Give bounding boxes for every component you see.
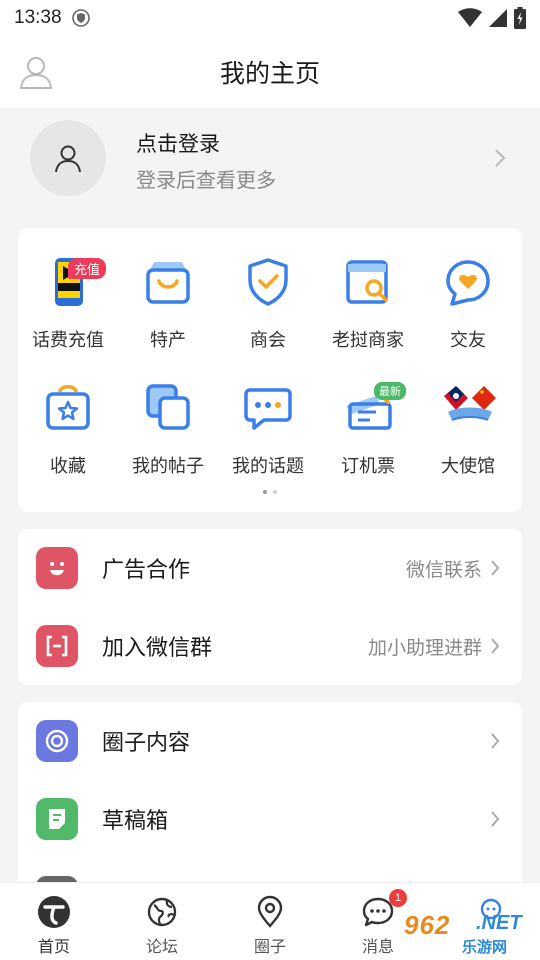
grid-item-chamber[interactable]: 商会 (218, 256, 318, 366)
grid-item-laos-merchants[interactable]: 老挝商家 (318, 256, 418, 366)
nav-circle[interactable]: 圈子 (216, 883, 324, 960)
nav-label: 消息 (361, 937, 394, 956)
grid-label: 商会 (250, 330, 286, 351)
location-icon (257, 895, 283, 928)
user-icon[interactable] (18, 54, 54, 90)
chevron-right-icon (495, 149, 506, 167)
grid-label: 订机票 (341, 456, 395, 477)
signal-icon (489, 9, 507, 27)
grid-label: 我的话题 (232, 456, 304, 477)
store-search-icon (342, 256, 394, 308)
chevron-right-icon (491, 638, 500, 654)
list-right-text: 加小助理进群 (367, 636, 482, 659)
list-label: 广告合作 (102, 558, 191, 583)
nav-forum[interactable]: 论坛 (108, 883, 216, 960)
chevron-right-icon (491, 811, 500, 827)
message-icon: 1 (361, 889, 407, 929)
heart-chat-icon (442, 256, 494, 308)
home-logo-icon (38, 896, 70, 928)
header: 我的主页 (0, 36, 540, 108)
nav-label: 圈子 (253, 937, 286, 956)
feature-grid: 充值 话费充值 特产 商会 老挝商家 交友 收藏 我的帖子 我的话题 最新 订机… (18, 228, 522, 512)
list-item-ad-cooperation[interactable]: 广告合作 微信联系 (18, 529, 522, 607)
list-item-join-wechat[interactable]: 加入微信群 加小助理进群 (18, 607, 522, 685)
grid-item-my-topics[interactable]: 我的话题 (218, 382, 318, 492)
shield-status-icon (71, 9, 90, 27)
grid-label: 大使馆 (441, 456, 495, 477)
grid-item-recharge[interactable]: 充值 话费充值 (18, 256, 118, 366)
cooperation-card: 广告合作 微信联系 加入微信群 加小助理进群 (18, 529, 522, 685)
list-right-text: 微信联系 (405, 558, 482, 581)
message-badge: 1 (389, 889, 407, 907)
list-item-circle-content[interactable]: 圈子内容 (18, 702, 522, 780)
scan-icon (36, 625, 78, 667)
page-dot-active (263, 490, 267, 494)
grid-label: 收藏 (50, 456, 86, 477)
draft-icon (36, 798, 78, 840)
new-badge: 最新 (374, 382, 406, 400)
battery-icon (514, 7, 526, 29)
list-label: 草稿箱 (102, 809, 169, 834)
watermark-number: 962 (404, 910, 451, 940)
grid-label: 交友 (450, 330, 486, 351)
status-icons (458, 7, 526, 29)
grid-item-flight-tickets[interactable]: 最新 订机票 (318, 382, 418, 492)
login-title[interactable]: 点击登录 (136, 128, 220, 158)
chat-dots-icon (242, 382, 294, 434)
flags-icon (442, 382, 496, 434)
grid-item-embassy[interactable]: 大使馆 (418, 382, 518, 492)
nav-home[interactable]: 首页 (0, 883, 108, 960)
list-label: 圈子内容 (102, 731, 191, 756)
chevron-right-icon (491, 733, 500, 749)
page-indicator (18, 490, 522, 494)
grid-label: 话费充值 (32, 330, 104, 351)
grid-label: 特产 (150, 330, 186, 351)
globe-icon (147, 897, 177, 927)
shield-check-icon (242, 256, 294, 308)
nav-label: 论坛 (145, 937, 178, 956)
grid-item-my-posts[interactable]: 我的帖子 (118, 382, 218, 492)
watermark-net: .NET (476, 912, 522, 934)
recharge-badge: 充值 (68, 258, 107, 279)
grid-item-specialty[interactable]: 特产 (118, 256, 218, 366)
site-watermark-logo: 962 .NET 乐游网 (400, 906, 540, 960)
grid-item-dating[interactable]: 交友 (418, 256, 518, 366)
star-bag-icon (42, 382, 94, 434)
login-subtitle: 登录后查看更多 (136, 168, 276, 192)
avatar[interactable] (30, 120, 106, 196)
phone-recharge-icon: 充值 (42, 256, 107, 308)
ticket-icon: 最新 (342, 382, 406, 434)
page-title: 我的主页 (219, 59, 320, 88)
wifi-icon (458, 8, 482, 27)
nav-label: 首页 (37, 937, 70, 956)
copy-icon (142, 382, 194, 434)
watermark-sub: 乐游网 (462, 938, 508, 956)
status-time: 13:38 (14, 7, 62, 28)
list-label: 加入微信群 (102, 636, 213, 661)
shopping-bag-icon (142, 256, 194, 308)
page-dot (273, 490, 277, 494)
grid-item-favorites[interactable]: 收藏 (18, 382, 118, 492)
grid-label: 我的帖子 (132, 456, 204, 477)
user-icon (55, 145, 81, 173)
status-bar: 13:38 (0, 0, 540, 36)
smile-icon (36, 547, 78, 589)
content-card: 圈子内容 草稿箱 (18, 702, 522, 918)
list-item-drafts[interactable]: 草稿箱 (18, 780, 522, 858)
grid-label: 老挝商家 (332, 330, 404, 351)
disc-icon (36, 720, 78, 762)
login-section[interactable]: 点击登录 登录后查看更多 (0, 108, 540, 210)
chevron-right-icon (491, 560, 500, 576)
